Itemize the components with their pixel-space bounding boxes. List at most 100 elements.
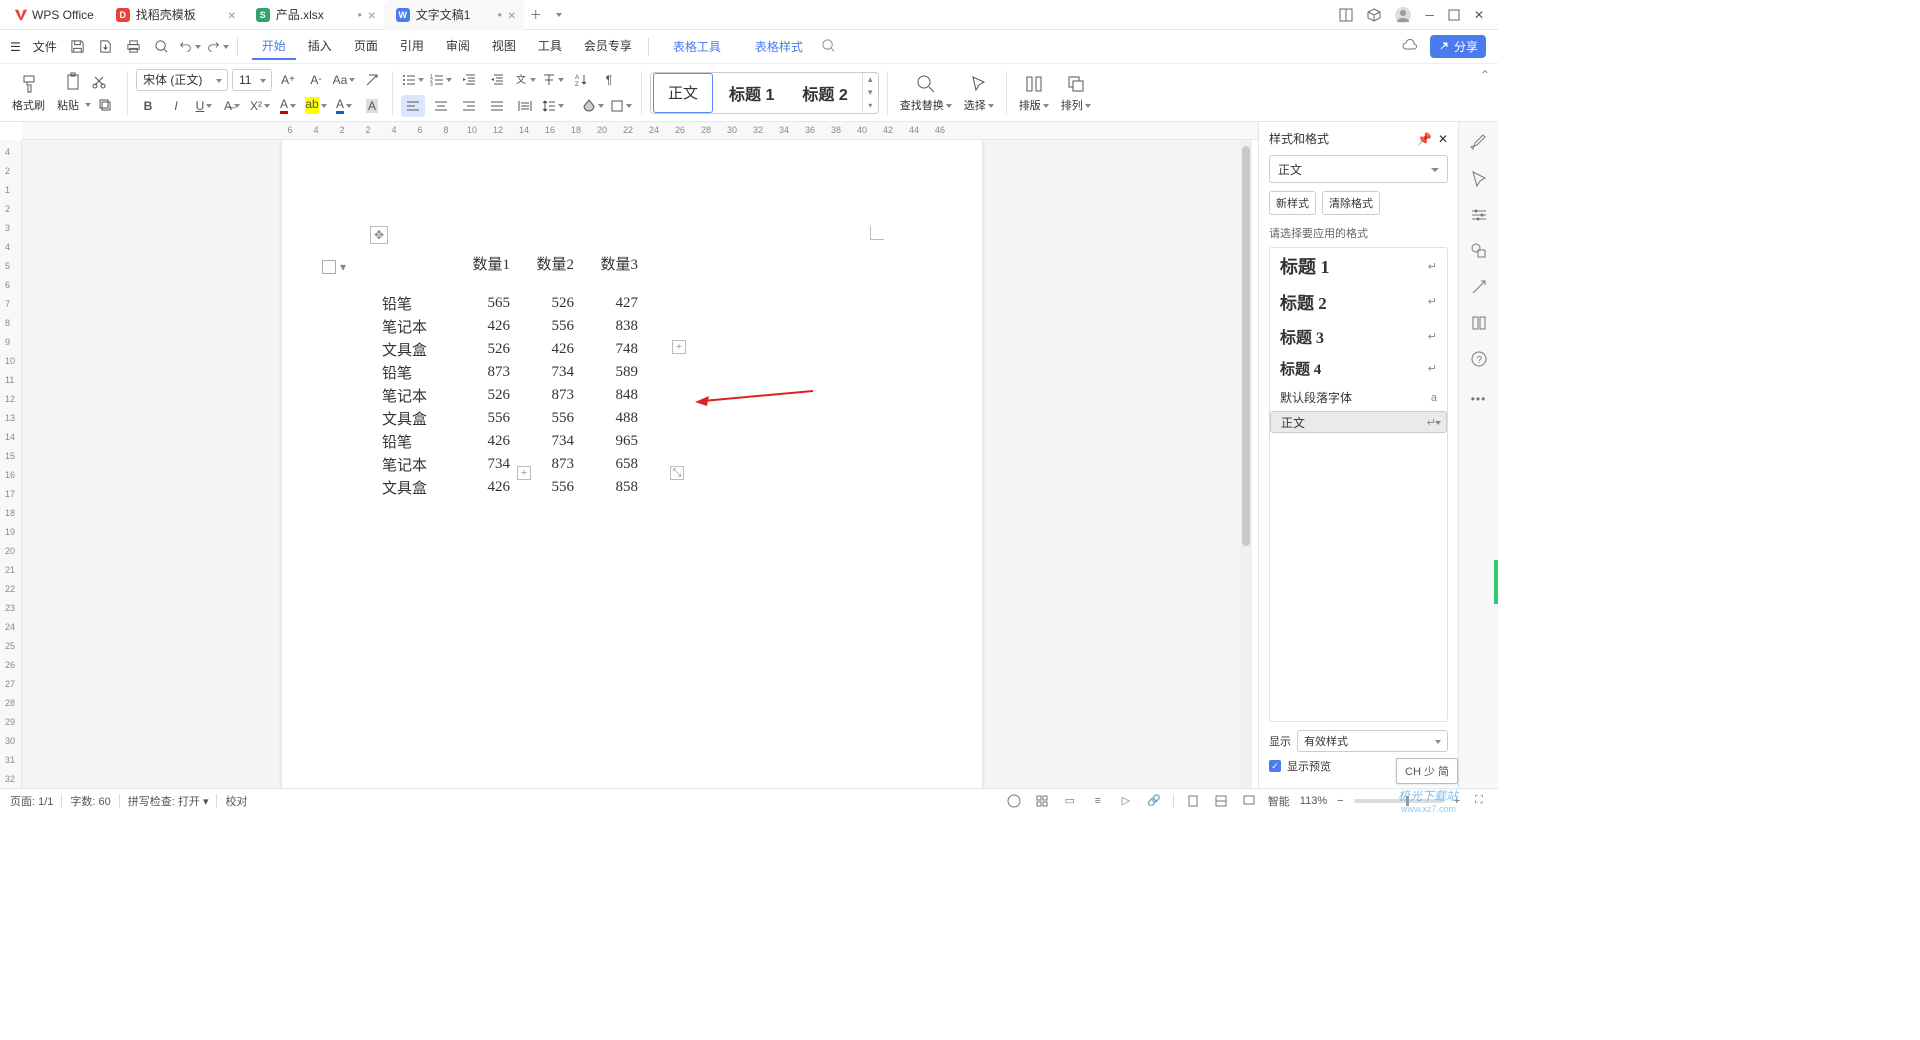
paste-group[interactable]: 粘贴	[53, 71, 119, 115]
settings-icon[interactable]	[1468, 204, 1490, 226]
find-replace-group[interactable]: 查找替换	[896, 73, 956, 113]
select-group[interactable]: 选择	[960, 73, 998, 113]
help-icon[interactable]: ?	[1468, 348, 1490, 370]
data-table[interactable]: 数量1数量2数量3铅笔565526427笔记本426556838文具盒52642…	[382, 252, 638, 499]
more-icon[interactable]: •••	[1468, 388, 1490, 410]
add-row-bottom-icon[interactable]: +	[517, 466, 531, 480]
borders-icon[interactable]	[609, 95, 633, 117]
style-item[interactable]: 标题 3↵	[1270, 319, 1447, 353]
table-options-icon[interactable]: ▾	[322, 260, 346, 274]
text-direction-icon[interactable]: 文	[513, 69, 537, 91]
status-layout-icon[interactable]	[1212, 792, 1230, 810]
clear-format-icon[interactable]	[360, 69, 384, 91]
show-marks-icon[interactable]: ¶	[597, 69, 621, 91]
status-link-icon[interactable]: 🔗	[1145, 792, 1163, 810]
ruler-vertical[interactable]: 4212345678910111213141516171819202122232…	[0, 140, 22, 788]
char-shading-icon[interactable]: A	[360, 95, 384, 117]
style-scroll[interactable]: ▲▼▾	[862, 73, 878, 113]
print-icon[interactable]	[121, 34, 147, 60]
pin-icon[interactable]: 📌	[1417, 132, 1432, 146]
add-row-right-icon[interactable]: +	[672, 340, 686, 354]
distribute-icon[interactable]	[513, 95, 537, 117]
book-icon[interactable]	[1468, 312, 1490, 334]
style-list[interactable]: 标题 1↵标题 2↵标题 3↵标题 4↵默认段落字体a正文↵	[1269, 247, 1448, 722]
increase-indent-icon[interactable]	[485, 69, 509, 91]
number-list-icon[interactable]: 123	[429, 69, 453, 91]
line-spacing-icon[interactable]	[541, 95, 565, 117]
status-book-icon[interactable]	[1005, 792, 1023, 810]
change-case-icon[interactable]: Aa	[332, 69, 356, 91]
zoom-value[interactable]: 113%	[1300, 795, 1327, 807]
status-web-icon[interactable]	[1240, 792, 1258, 810]
font-size-select[interactable]: 11	[232, 69, 272, 91]
tab-menu-button[interactable]	[548, 8, 568, 22]
zoom-out-icon[interactable]: −	[1337, 795, 1343, 807]
increase-font-icon[interactable]: A+	[276, 69, 300, 91]
status-proof[interactable]: 校对	[225, 793, 247, 809]
style-gallery[interactable]: 正文 标题 1 标题 2 ▲▼▾	[650, 72, 879, 114]
superscript-icon[interactable]: X²	[248, 95, 272, 117]
table-row[interactable]: 铅笔426734965	[382, 430, 638, 453]
clear-format-button[interactable]: 清除格式	[1322, 191, 1380, 215]
table-header[interactable]: 数量2	[510, 252, 574, 292]
status-grid-icon[interactable]	[1033, 792, 1051, 810]
table-header[interactable]: 数量1	[446, 252, 510, 292]
menu-会员专享[interactable]: 会员专享	[574, 33, 642, 60]
file-menu[interactable]: 文件	[27, 38, 63, 55]
table-row[interactable]: 笔记本734873658	[382, 453, 638, 476]
sort-az-icon[interactable]: AZ	[569, 69, 593, 91]
strikethrough-icon[interactable]: A̶	[220, 95, 244, 117]
maximize-button[interactable]	[1448, 9, 1460, 21]
pencil-icon[interactable]	[1468, 132, 1490, 154]
preview-checkbox[interactable]: ✓	[1269, 760, 1281, 772]
decrease-font-icon[interactable]: A-	[304, 69, 328, 91]
status-view2-icon[interactable]: ≡	[1089, 792, 1107, 810]
export-icon[interactable]	[93, 34, 119, 60]
new-style-button[interactable]: 新样式	[1269, 191, 1316, 215]
minimize-button[interactable]: ─	[1425, 8, 1434, 22]
user-avatar-icon[interactable]	[1395, 7, 1411, 23]
menu-插入[interactable]: 插入	[298, 33, 342, 60]
tab-close-icon[interactable]: ×	[508, 7, 516, 23]
align-center-icon[interactable]	[429, 95, 453, 117]
collapse-ribbon-icon[interactable]: ⌃	[1480, 68, 1490, 82]
menu-工具[interactable]: 工具	[528, 33, 572, 60]
status-smart[interactable]: 智能	[1268, 793, 1290, 809]
status-view3-icon[interactable]: ▷	[1117, 792, 1135, 810]
menu-开始[interactable]: 开始	[252, 33, 296, 60]
save-icon[interactable]	[65, 34, 91, 60]
tab-close-icon[interactable]: ×	[228, 7, 236, 23]
menu-表格工具[interactable]: 表格工具	[663, 34, 731, 59]
style-item[interactable]: 标题 4↵	[1270, 353, 1447, 384]
document-tab[interactable]: W文字文稿1•×	[384, 0, 524, 30]
style-item[interactable]: 标题 2↵	[1270, 284, 1447, 319]
document-canvas[interactable]: ✥ ▾ 数量1数量2数量3铅笔565526427笔记本426556838文具盒5…	[22, 140, 1240, 788]
document-tab[interactable]: D找稻壳模板×	[104, 0, 244, 30]
font-color-icon[interactable]: A	[276, 95, 300, 117]
menu-表格样式[interactable]: 表格样式	[745, 34, 813, 59]
align-right-icon[interactable]	[457, 95, 481, 117]
status-page[interactable]: 页面: 1/1	[10, 793, 53, 809]
new-tab-button[interactable]: ＋	[524, 6, 548, 23]
format-painter-group[interactable]: 格式刷	[8, 73, 49, 113]
status-view1-icon[interactable]: ▭	[1061, 792, 1079, 810]
search-menu-icon[interactable]	[821, 38, 836, 56]
asian-layout-icon[interactable]	[541, 69, 565, 91]
arrange-group[interactable]: 排版	[1015, 73, 1053, 113]
cut-icon[interactable]	[89, 72, 109, 92]
table-row[interactable]: 铅笔565526427	[382, 292, 638, 315]
style-h1[interactable]: 标题 1	[715, 73, 788, 113]
table-header[interactable]	[382, 252, 446, 292]
cube-icon[interactable]	[1367, 8, 1381, 22]
bullet-list-icon[interactable]	[401, 69, 425, 91]
table-move-handle-icon[interactable]: ✥	[370, 226, 388, 244]
menu-视图[interactable]: 视图	[482, 33, 526, 60]
show-filter-select[interactable]: 有效样式	[1297, 730, 1448, 752]
table-row[interactable]: 笔记本426556838	[382, 315, 638, 338]
style-item[interactable]: 正文↵	[1270, 411, 1447, 433]
undo-button[interactable]	[177, 34, 203, 60]
table-row[interactable]: 文具盒426556858	[382, 476, 638, 499]
italic-icon[interactable]: I	[164, 95, 188, 117]
redo-button[interactable]	[205, 34, 231, 60]
status-spell[interactable]: 拼写检查: 打开 ▾	[128, 793, 209, 809]
